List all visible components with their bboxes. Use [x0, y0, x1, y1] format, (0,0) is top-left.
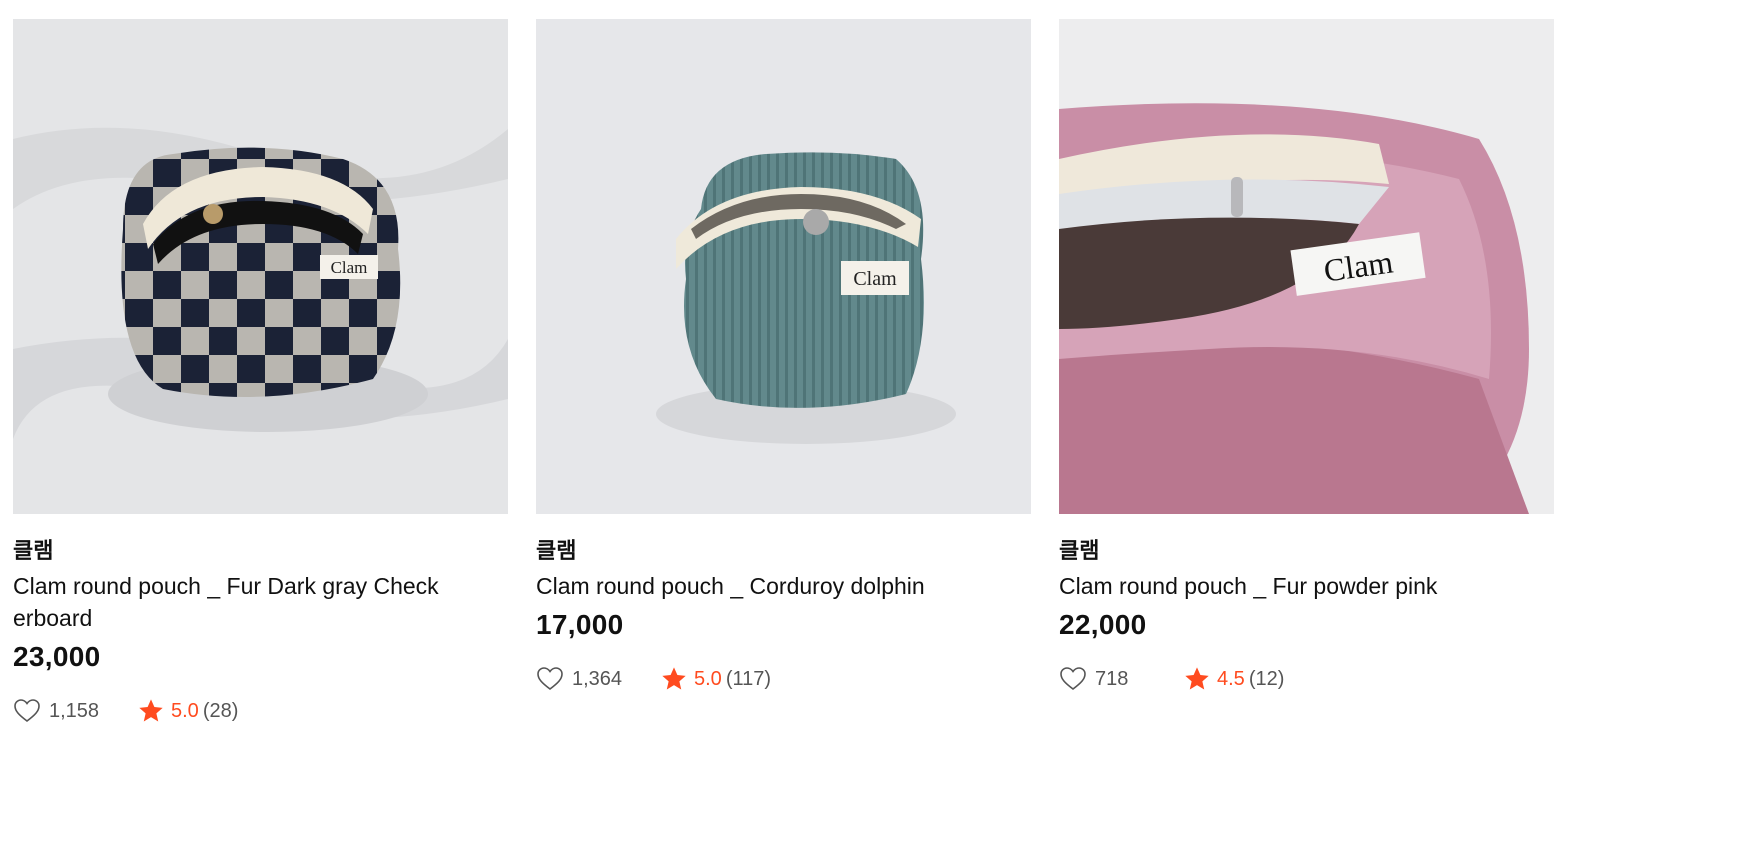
- product-grid: Clam 클램 Clam round pouch _ Fur Dark gray…: [13, 19, 1554, 726]
- product-image[interactable]: Clam: [536, 19, 1031, 514]
- product-card[interactable]: Clam 클램 Clam round pouch _ Fur powder pi…: [1059, 19, 1554, 726]
- rating: 5.0 (117): [660, 665, 771, 693]
- like-count: 718: [1095, 667, 1129, 690]
- rating-value: 5.0: [171, 699, 199, 722]
- product-image[interactable]: Clam: [1059, 19, 1554, 514]
- brand-label-tag: Clam: [853, 268, 897, 290]
- rating-value: 5.0: [694, 667, 722, 690]
- product-price: 23,000: [13, 641, 101, 672]
- star-icon: [139, 699, 163, 722]
- review-count: (28): [202, 699, 239, 722]
- product-image[interactable]: Clam: [13, 19, 508, 514]
- like-button[interactable]: 718: [1059, 666, 1175, 692]
- product-price: 22,000: [1059, 609, 1147, 640]
- like-count: 1,364: [572, 667, 623, 690]
- brand-name[interactable]: 클램: [1059, 536, 1554, 566]
- product-title[interactable]: Clam round pouch _ Corduroy dolphin: [536, 570, 1031, 602]
- rating: 4.5 (12): [1183, 665, 1284, 693]
- review-count: (117): [725, 667, 772, 690]
- rating: 5.0 (28): [137, 697, 238, 725]
- heart-icon: [14, 699, 40, 723]
- brand-label-tag: Clam: [331, 258, 368, 277]
- product-meta: 718 4.5 (12): [1059, 664, 1554, 694]
- product-card[interactable]: Clam 클램 Clam round pouch _ Fur Dark gray…: [13, 19, 508, 726]
- star-icon: [1185, 667, 1209, 690]
- heart-icon: [537, 667, 563, 691]
- product-photo: Clam: [536, 19, 1031, 514]
- product-meta: 1,158 5.0 (28): [13, 696, 508, 726]
- rating-value: 4.5: [1217, 667, 1245, 690]
- heart-icon: [1060, 667, 1086, 691]
- product-photo: Clam: [13, 19, 508, 514]
- like-button[interactable]: 1,364: [536, 666, 652, 692]
- star-icon: [662, 667, 686, 690]
- product-meta: 1,364 5.0 (117): [536, 664, 1031, 694]
- brand-name[interactable]: 클램: [536, 536, 1031, 566]
- product-title[interactable]: Clam round pouch _ Fur powder pink: [1059, 570, 1554, 602]
- product-price: 17,000: [536, 609, 624, 640]
- like-count: 1,158: [49, 699, 100, 722]
- product-card[interactable]: Clam 클램 Clam round pouch _ Corduroy dolp…: [536, 19, 1031, 726]
- product-title[interactable]: Clam round pouch _ Fur Dark gray Check e…: [13, 570, 508, 634]
- review-count: (12): [1248, 667, 1285, 690]
- like-button[interactable]: 1,158: [13, 698, 129, 724]
- brand-name[interactable]: 클램: [13, 536, 508, 566]
- product-photo: Clam: [1059, 19, 1554, 514]
